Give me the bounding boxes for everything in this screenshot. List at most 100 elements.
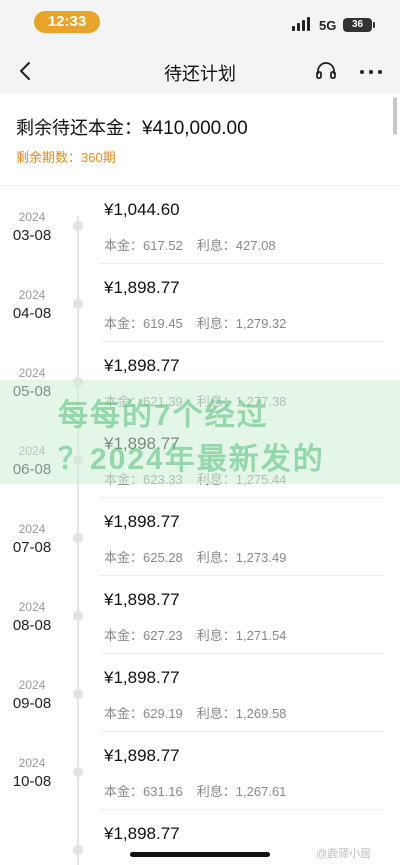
more-dots-icon[interactable]: [358, 59, 384, 83]
status-time: 12:33: [34, 11, 100, 33]
interest-value: 1,267.61: [235, 784, 287, 799]
interest-value: 1,279.32: [235, 316, 287, 331]
schedule-breakdown: 本金：625.28 利息：1,273.49: [104, 547, 286, 566]
principal-value: 621.39: [143, 394, 183, 409]
timeline-dot: [73, 299, 83, 309]
schedule-amount: ¥1,898.77: [104, 590, 180, 609]
principal-value: 619.45: [143, 316, 183, 331]
headset-icon[interactable]: [314, 59, 338, 83]
schedule-date: 10-08: [12, 773, 52, 790]
schedule-year: 2024: [18, 288, 46, 302]
interest-label: 利息：: [196, 784, 236, 799]
schedule-breakdown: 本金：621.39 利息：1,277.38: [104, 391, 286, 410]
principal-label: 本金：: [104, 316, 144, 331]
network-type: 5G: [319, 18, 337, 33]
schedule-date: 04-08: [12, 305, 52, 322]
interest-label: 利息：: [196, 628, 236, 643]
repayment-schedule-list[interactable]: 2024 03-08 ¥1,044.60 本金：617.52 利息：427.08 2024…: [0, 186, 400, 865]
principal-label: 本金：: [104, 238, 144, 253]
timeline-dot: [73, 455, 83, 465]
status-bar: 12:33 5G 36: [0, 0, 400, 48]
schedule-breakdown: 本金：631.16 利息：1,267.61: [104, 781, 286, 800]
schedule-date: 06-08: [12, 461, 52, 478]
principal-value: 623.33: [143, 472, 183, 487]
schedule-year: 2024: [18, 444, 46, 458]
interest-value: 1,275.44: [235, 472, 287, 487]
interest-value: 1,273.49: [235, 550, 287, 565]
schedule-breakdown: 本金：617.52 利息：427.08: [104, 235, 276, 254]
schedule-breakdown: 本金：623.33 利息：1,275.44: [104, 469, 286, 488]
schedule-year: 2024: [18, 522, 46, 536]
schedule-year: 2024: [18, 678, 46, 692]
schedule-year: 2024: [18, 600, 46, 614]
schedule-amount: ¥1,898.77: [104, 356, 180, 375]
principal-label: 本金：: [104, 706, 144, 721]
principal-value: 625.28: [143, 550, 183, 565]
timeline-dot: [73, 767, 83, 777]
principal-label: 本金：: [104, 628, 144, 643]
schedule-item[interactable]: 2024 03-08 ¥1,044.60 本金：617.52 利息：427.08: [0, 186, 400, 264]
schedule-date: 08-08: [12, 617, 52, 634]
principal-label: 本金：: [104, 472, 144, 487]
signal-icon: [292, 17, 312, 31]
schedule-item[interactable]: 2024 09-08 ¥1,898.77 本金：629.19 利息：1,269.58: [0, 654, 400, 732]
interest-label: 利息：: [196, 472, 236, 487]
schedule-date: 05-08: [12, 383, 52, 400]
schedule-item[interactable]: 2024 10-08 ¥1,898.77 本金：631.16 利息：1,267.61: [0, 732, 400, 810]
principal-value: 631.16: [143, 784, 183, 799]
nav-bar: 待还计划: [0, 48, 400, 94]
remaining-principal-label: 剩余待还本金：: [16, 118, 142, 138]
schedule-item[interactable]: 2024 04-08 ¥1,898.77 本金：619.45 利息：1,279.32: [0, 264, 400, 342]
schedule-item[interactable]: 2024 07-08 ¥1,898.77 本金：625.28 利息：1,273.49: [0, 498, 400, 576]
home-indicator[interactable]: [130, 852, 270, 857]
schedule-breakdown: 本金：619.45 利息：1,279.32: [104, 313, 286, 332]
timeline-dot: [73, 845, 83, 855]
principal-label: 本金：: [104, 394, 144, 409]
schedule-amount: ¥1,898.77: [104, 668, 180, 687]
corner-watermark: @鹿驿小居: [316, 848, 372, 860]
timeline-dot: [73, 221, 83, 231]
schedule-breakdown: [104, 859, 118, 865]
timeline-dot: [73, 377, 83, 387]
battery-icon: 36: [343, 18, 375, 32]
remaining-periods: 剩余期数：360期: [16, 147, 116, 166]
timeline-dot: [73, 689, 83, 699]
remaining-principal: 剩余待还本金：¥410,000.00: [16, 114, 248, 140]
remaining-periods-label: 剩余期数：: [16, 150, 82, 165]
schedule-amount: ¥1,898.77: [104, 824, 180, 843]
schedule-year: 2024: [18, 210, 46, 224]
schedule-year: 2024: [18, 756, 46, 770]
schedule-amount: ¥1,044.60: [104, 200, 180, 219]
schedule-amount: ¥1,898.77: [104, 434, 180, 453]
principal-label: 本金：: [104, 784, 144, 799]
schedule-item[interactable]: 2024 06-08 ¥1,898.77 本金：623.33 利息：1,275.44: [0, 420, 400, 498]
principal-value: 617.52: [143, 238, 183, 253]
scrollbar-thumb[interactable]: [393, 97, 397, 135]
interest-label: 利息：: [196, 238, 236, 253]
schedule-item[interactable]: 2024 05-08 ¥1,898.77 本金：621.39 利息：1,277.38: [0, 342, 400, 420]
schedule-date: 09-08: [12, 695, 52, 712]
interest-label: 利息：: [196, 706, 236, 721]
schedule-year: 2024: [18, 366, 46, 380]
timeline-dot: [73, 611, 83, 621]
principal-label: 本金：: [104, 550, 144, 565]
interest-value: 1,277.38: [235, 394, 287, 409]
summary-card: 剩余待还本金：¥410,000.00 剩余期数：360期: [0, 94, 400, 186]
interest-label: 利息：: [196, 550, 236, 565]
schedule-amount: ¥1,898.77: [104, 512, 180, 531]
remaining-periods-value: 360期: [81, 150, 116, 165]
schedule-amount: ¥1,898.77: [104, 746, 180, 765]
interest-value: 427.08: [235, 238, 276, 253]
page-title: 待还计划: [164, 64, 236, 84]
interest-label: 利息：: [196, 394, 236, 409]
schedule-item[interactable]: 2024 08-08 ¥1,898.77 本金：627.23 利息：1,271.54: [0, 576, 400, 654]
schedule-amount: ¥1,898.77: [104, 278, 180, 297]
principal-value: 627.23: [143, 628, 183, 643]
schedule-breakdown: 本金：629.19 利息：1,269.58: [104, 703, 286, 722]
interest-value: 1,271.54: [235, 628, 287, 643]
interest-label: 利息：: [196, 316, 236, 331]
schedule-date: 03-08: [12, 227, 52, 244]
principal-value: 629.19: [143, 706, 183, 721]
timeline-dot: [73, 533, 83, 543]
interest-value: 1,269.58: [235, 706, 287, 721]
